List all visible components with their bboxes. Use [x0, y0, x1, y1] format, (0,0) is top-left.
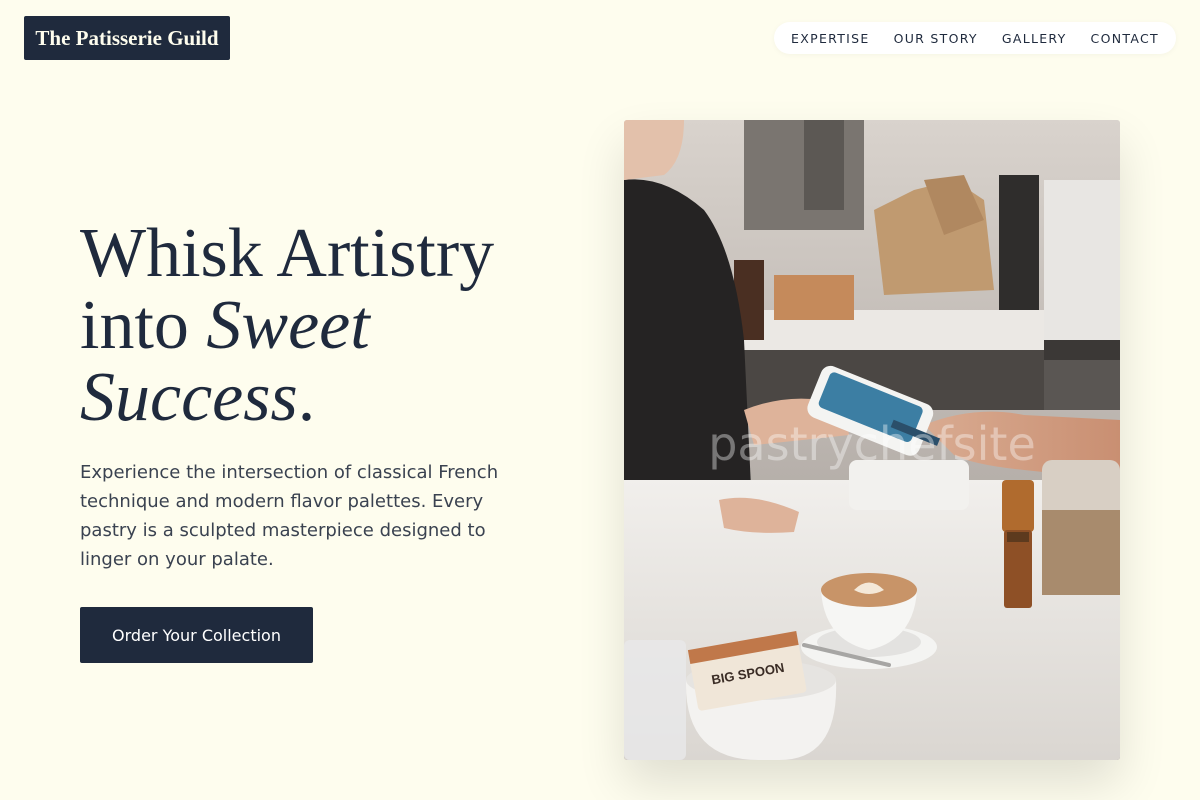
nav-expertise[interactable]: EXPERTISE: [791, 31, 870, 46]
main-nav: EXPERTISE OUR STORY GALLERY CONTACT: [774, 22, 1176, 54]
nav-contact[interactable]: CONTACT: [1091, 31, 1159, 46]
hero-headline: Whisk Artistry into Sweet Success.: [80, 218, 560, 434]
brand-logo[interactable]: The Patisserie Guild: [24, 16, 230, 60]
hero-description: Experience the intersection of classical…: [80, 462, 499, 570]
order-collection-button[interactable]: Order Your Collection: [80, 607, 313, 663]
image-watermark: pastrychefsite: [708, 417, 1036, 471]
hero-image: BIG SPOON pastrychefsite: [624, 120, 1120, 760]
nav-our-story[interactable]: OUR STORY: [894, 31, 978, 46]
nav-gallery[interactable]: GALLERY: [1002, 31, 1067, 46]
headline-period: .: [297, 359, 316, 436]
